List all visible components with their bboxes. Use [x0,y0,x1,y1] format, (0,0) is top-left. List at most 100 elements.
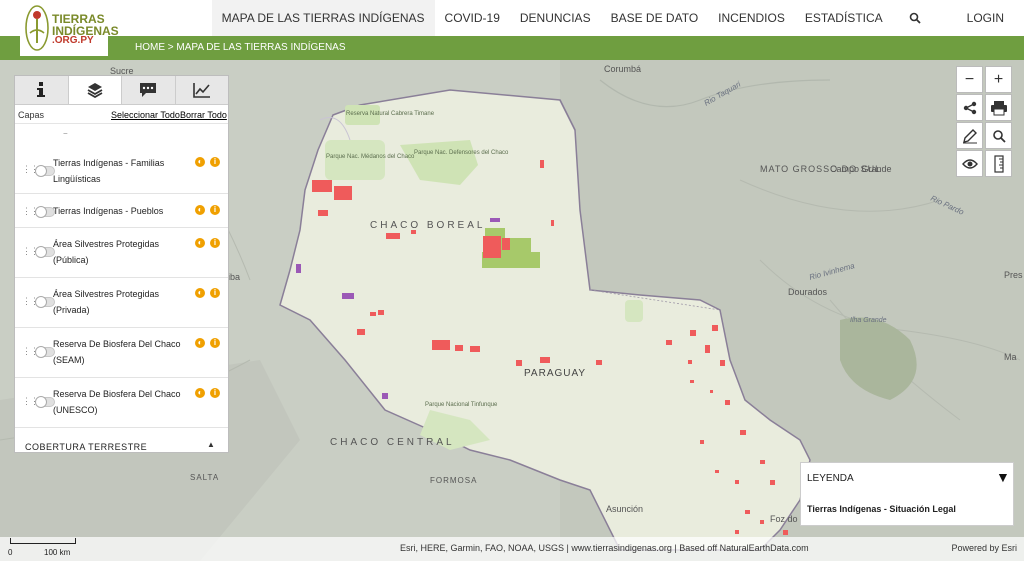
panel-tabs [15,76,228,105]
legend-title: LEYENDA [807,473,854,484]
tab-comments[interactable] [122,76,176,104]
label-ma: Ma [1004,352,1017,362]
layer-item[interactable]: ⋮⋮ Reserva De Biosfera Del Chaco (SEAM) … [15,327,228,378]
label-paraguay: PARAGUAY [524,368,586,379]
attribution-text[interactable]: Esri, HERE, Garmin, FAO, NOAA, USGS | ww… [400,543,809,553]
info-circle-icon[interactable]: i [210,288,220,298]
print-button[interactable] [985,94,1012,121]
info-icon [37,82,46,97]
comment-icon [140,83,157,97]
layer-name: Área Silvestres Protegidas (Pública) [53,239,160,265]
label-pn-tinfunque: Parque Nacional Tinfunque [425,402,498,408]
layer-name: Área Silvestres Protegidas (Privada) [53,289,160,315]
logo-line3: .ORG.PY [52,35,94,46]
nav-incendios[interactable]: INCENDIOS [708,0,795,36]
label-pn-defensores: Parque Nac. Defensores del Chaco [414,150,509,156]
tab-statistics[interactable] [175,76,228,104]
info-circle-icon[interactable]: i [210,238,220,248]
scale-zero: 0 [8,548,13,557]
label-reserva-cabrera: Reserva Natural Cabrera Timane [346,111,435,117]
layer-name: Reserva De Biosfera Del Chaco (UNESCO) [53,389,181,415]
nav-mapa[interactable]: MAPA DE LAS TIERRAS INDÍGENAS [211,0,435,36]
layer-list[interactable]: − ⋮⋮ Tierras Indígenas - Familias Lingüí… [15,123,228,452]
draw-button[interactable] [956,122,983,149]
layer-name: Tierras Indígenas - Familias Lingüística… [53,158,165,184]
nav-login[interactable]: LOGIN [937,0,1024,36]
info-circle-icon[interactable]: i [210,205,220,215]
scale-bar [10,538,76,544]
label-chaco-boreal: CHACO BOREAL [370,220,485,231]
breadcrumb: HOME > MAPA DE LAS TIERRAS INDÍGENAS [0,36,1024,60]
panel-title: Capas [18,110,45,120]
layers-icon [87,83,103,98]
layer-item[interactable]: ⋮⋮ Tierras Indígenas - Familias Lingüíst… [15,148,228,194]
ruler-icon [993,154,1004,173]
legend-item: Tierras Indígenas - Situación Legal [807,504,956,514]
tab-layers[interactable] [68,76,122,104]
opacity-icon[interactable]: ◐ [195,288,205,298]
layer-toggle[interactable] [35,296,55,308]
label-chaco-central: CHACO CENTRAL [330,437,455,448]
main-nav: MAPA DE LAS TIERRAS INDÍGENAS COVID-19 D… [211,0,1024,36]
print-icon [990,100,1007,115]
label-asuncion: Asunción [606,504,643,514]
clear-all-link[interactable]: Borrar Todo [180,110,227,120]
find-button[interactable] [985,122,1012,149]
tab-info[interactable] [15,76,69,104]
opacity-icon[interactable]: ◐ [195,238,205,248]
opacity-icon[interactable]: ◐ [195,205,205,215]
label-formosa: FORMOSA [430,476,477,485]
eye-icon [961,158,978,169]
layer-name: Reserva De Biosfera Del Chaco (SEAM) [53,339,181,365]
breadcrumb-text[interactable]: HOME > MAPA DE LAS TIERRAS INDÍGENAS [135,42,346,53]
layer-toggle[interactable] [35,246,55,258]
label-pn-medanos: Parque Nac. Médanos del Chaco [326,154,415,160]
nav-denuncias[interactable]: DENUNCIAS [510,0,601,36]
info-circle-icon[interactable]: i [210,157,220,167]
layer-toggle[interactable] [35,396,55,408]
attribution-bar: Esri, HERE, Garmin, FAO, NOAA, USGS | ww… [0,537,1024,561]
label-salta: SALTA [190,473,219,482]
label-campo-grande: Campo Grande [830,164,892,174]
powered-by[interactable]: Powered by Esri [951,543,1017,553]
nav-search[interactable] [893,0,937,36]
magnifier-icon [992,129,1006,143]
panel-header: Capas Seleccionar Todo Borrar Todo [15,105,228,123]
zoom-in-button[interactable]: + [985,66,1012,93]
select-all-link[interactable]: Seleccionar Todo [111,110,180,120]
info-circle-icon[interactable]: i [210,338,220,348]
layer-toggle[interactable] [35,165,55,177]
nav-covid[interactable]: COVID-19 [435,0,510,36]
nav-base-de-dato[interactable]: BASE DE DATO [601,0,709,36]
scale-distance: 100 km [44,548,71,557]
label-pres: Pres [1004,270,1023,280]
info-circle-icon[interactable]: i [210,388,220,398]
opacity-icon[interactable]: ◐ [195,388,205,398]
share-icon [963,101,976,114]
share-button[interactable] [956,94,983,121]
chart-icon [192,83,210,98]
scroll-indicator: − [63,129,68,138]
section-title[interactable]: COBERTURA TERRESTRE [25,442,147,452]
layer-item[interactable]: ⋮⋮ Reserva De Biosfera Del Chaco (UNESCO… [15,377,228,428]
layer-toggle[interactable] [35,346,55,358]
opacity-icon[interactable]: ◐ [195,157,205,167]
zoom-out-button[interactable]: − [956,66,983,93]
top-header: MAPA DE LAS TIERRAS INDÍGENAS COVID-19 D… [0,0,1024,36]
layers-panel: Capas Seleccionar Todo Borrar Todo − ⋮⋮ … [14,75,229,453]
legend-collapse-icon[interactable]: ▼ [996,469,1010,485]
measure-button[interactable] [985,150,1012,177]
nav-estadistica[interactable]: ESTADÍSTICA [795,0,893,36]
site-logo[interactable]: TIERRAS INDÍGENAS .ORG.PY [20,0,119,56]
chevron-up-icon[interactable]: ▲ [207,440,215,449]
layer-toggle[interactable] [35,206,55,218]
legend-panel: LEYENDA ▼ Tierras Indígenas - Situación … [800,462,1014,526]
label-ilha: Ilha Grande [850,317,887,324]
search-icon [909,12,921,24]
layer-item[interactable]: ⋮⋮ Área Silvestres Protegidas (Pública) … [15,227,228,278]
layer-item[interactable]: ⋮⋮ Área Silvestres Protegidas (Privada) … [15,277,228,328]
visibility-button[interactable] [956,150,983,177]
opacity-icon[interactable]: ◐ [195,338,205,348]
layer-item[interactable]: ⋮⋮ Tierras Indígenas - Pueblos ◐ i [15,193,228,228]
layer-name: Tierras Indígenas - Pueblos [53,206,164,216]
